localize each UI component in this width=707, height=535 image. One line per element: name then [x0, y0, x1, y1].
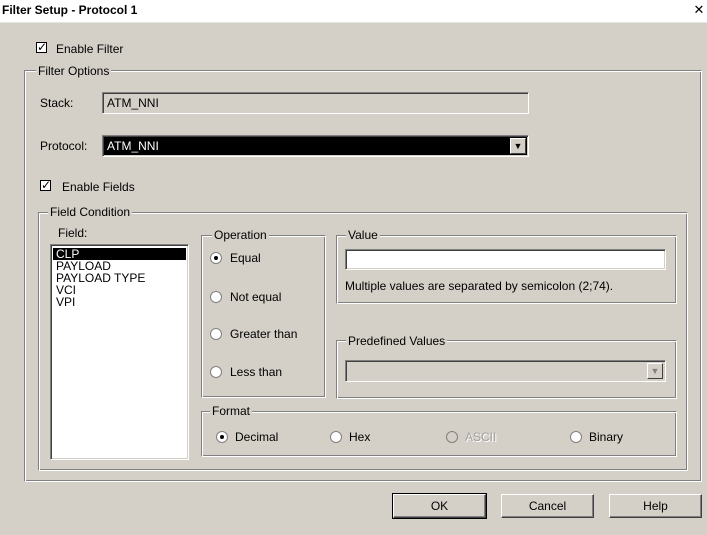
- format-decimal-radio[interactable]: [216, 431, 228, 446]
- ok-button[interactable]: OK: [392, 493, 487, 519]
- list-item[interactable]: VPI: [53, 296, 186, 308]
- window-title: Filter Setup - Protocol 1: [2, 3, 138, 17]
- predefined-values-select[interactable]: ▼: [345, 360, 666, 382]
- field-list-items: CLP PAYLOAD PAYLOAD TYPE VCI VPI: [53, 248, 186, 308]
- format-binary-radio[interactable]: [570, 431, 582, 446]
- protocol-value: ATM_NNI: [107, 139, 159, 153]
- format-hex-radio[interactable]: [330, 431, 342, 446]
- radio-icon[interactable]: [210, 328, 222, 340]
- help-button[interactable]: Help: [609, 494, 702, 518]
- operation-equal-label: Equal: [230, 251, 261, 265]
- checkbox-box[interactable]: ✓: [36, 40, 48, 54]
- operation-greater-than-radio[interactable]: [210, 328, 222, 343]
- radio-icon[interactable]: [210, 291, 222, 303]
- chevron-down-icon[interactable]: ▼: [510, 138, 526, 154]
- format-hex-label: Hex: [349, 430, 371, 444]
- radio-icon[interactable]: [210, 366, 222, 378]
- format-ascii-label: ASCII: [465, 430, 497, 444]
- field-label: Field:: [58, 226, 88, 240]
- format-ascii-radio: [446, 431, 458, 446]
- format-decimal-label: Decimal: [235, 430, 279, 444]
- enable-filter-checkbox[interactable]: ✓: [36, 40, 48, 56]
- cancel-button[interactable]: Cancel: [501, 494, 594, 518]
- check-icon: ✓: [37, 40, 48, 54]
- radio-icon[interactable]: [570, 431, 582, 443]
- radio-icon[interactable]: [330, 431, 342, 443]
- format-binary-label: Binary: [589, 430, 624, 444]
- operation-not-equal-label: Not equal: [230, 290, 282, 304]
- close-icon[interactable]: ✕: [693, 2, 705, 18]
- operation-legend: Operation: [212, 228, 269, 242]
- predefined-values-legend: Predefined Values: [346, 334, 448, 348]
- stack-value: ATM_NNI: [107, 96, 159, 110]
- checkbox-box[interactable]: ✓: [40, 178, 52, 192]
- protocol-select[interactable]: ATM_NNI ▼: [102, 135, 529, 157]
- radio-selected-icon[interactable]: [216, 431, 228, 443]
- field-list[interactable]: CLP PAYLOAD PAYLOAD TYPE VCI VPI: [50, 244, 189, 460]
- protocol-label: Protocol:: [40, 139, 88, 153]
- check-icon: ✓: [41, 178, 52, 192]
- enable-fields-checkbox[interactable]: ✓: [40, 178, 52, 194]
- operation-less-than-label: Less than: [230, 365, 283, 379]
- enable-fields-label: Enable Fields: [62, 180, 135, 194]
- field-condition-legend: Field Condition: [48, 205, 133, 219]
- stack-field: ATM_NNI: [102, 92, 529, 114]
- operation-greater-than-label: Greater than: [230, 327, 298, 341]
- enable-filter-label: Enable Filter: [56, 42, 124, 56]
- chevron-down-icon[interactable]: ▼: [647, 363, 663, 379]
- stack-label: Stack:: [40, 96, 74, 110]
- format-legend: Format: [210, 404, 253, 418]
- value-input[interactable]: [345, 249, 666, 270]
- operation-less-than-radio[interactable]: [210, 366, 222, 381]
- title-bar: Filter Setup - Protocol 1 ✕: [0, 0, 707, 23]
- radio-selected-icon[interactable]: [210, 252, 222, 264]
- value-legend: Value: [346, 228, 380, 242]
- filter-options-legend: Filter Options: [36, 64, 112, 78]
- operation-not-equal-radio[interactable]: [210, 291, 222, 306]
- radio-icon: [446, 431, 458, 443]
- operation-equal-radio[interactable]: [210, 252, 222, 267]
- value-hint: Multiple values are separated by semicol…: [345, 279, 614, 293]
